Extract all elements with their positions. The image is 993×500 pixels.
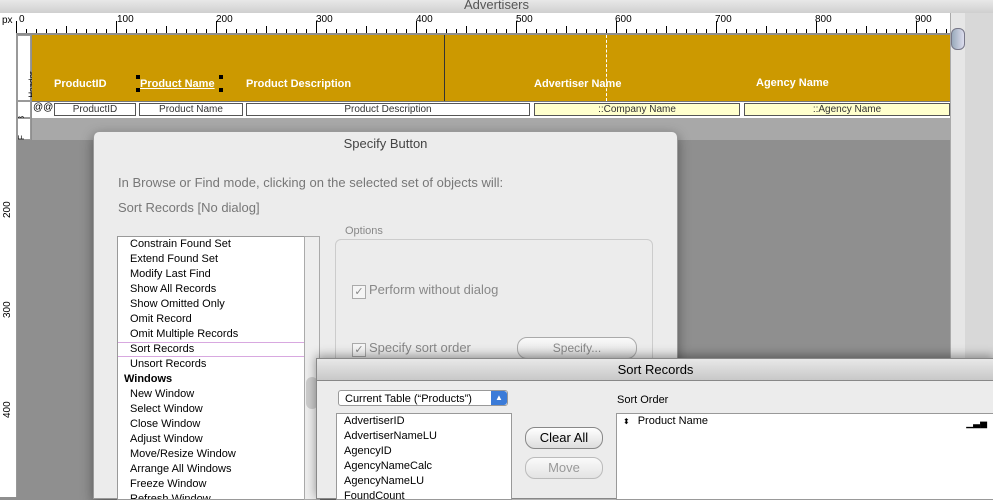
window-title-bar: Advertisers	[0, 0, 993, 13]
list-item[interactable]: Omit Record	[118, 312, 304, 327]
field-agency-name[interactable]: ::Agency Name	[744, 103, 950, 116]
list-item[interactable]: Adjust Window	[118, 432, 304, 447]
clear-all-button[interactable]: Clear All	[525, 427, 603, 449]
ruler-unit: px	[2, 15, 13, 26]
sort-order-list[interactable]: ⬍ Product Name ▁▃▅	[616, 413, 993, 500]
list-item[interactable]: Omit Multiple Records	[118, 327, 304, 342]
header-part-tab[interactable]: Header	[17, 35, 37, 101]
ruler-tick-marks	[16, 21, 947, 33]
header-part: ProductID Product Name Product Descripti…	[32, 35, 950, 135]
list-item[interactable]: Arrange All Windows	[118, 462, 304, 477]
page-break-line	[606, 35, 607, 101]
list-item[interactable]: Unsort Records	[118, 357, 304, 372]
chevron-updown-icon[interactable]: ▲	[491, 391, 507, 405]
list-item[interactable]: Select Window	[118, 402, 304, 417]
script-step-list[interactable]: Constrain Found Set Extend Found Set Modif…	[117, 236, 305, 500]
part-label: F	[16, 135, 26, 140]
window-title: Advertisers	[463, 0, 530, 12]
current-action: Sort Records [No dialog]	[118, 200, 260, 215]
sort-order-item[interactable]: ⬍ Product Name	[623, 415, 708, 427]
selection-handle[interactable]	[136, 75, 140, 79]
dialog-title: Sort Records	[617, 362, 694, 377]
field-list-item[interactable]: AdvertiserNameLU	[337, 429, 511, 444]
header-label-advertiser-name[interactable]: Advertiser Name	[534, 78, 621, 90]
list-item[interactable]: Close Window	[118, 417, 304, 432]
checkbox-checked-icon[interactable]: ✓	[352, 343, 366, 357]
ruler-tick: 400	[2, 401, 13, 418]
perform-without-dialog-label: Perform without dialog	[369, 282, 499, 297]
drag-handle-icon[interactable]: ⬍	[623, 417, 630, 426]
field-list-item[interactable]: AdvertiserID	[337, 414, 511, 429]
body-part-tab[interactable]: B	[17, 101, 31, 121]
dialog-description: In Browse or Find mode, clicking on the …	[118, 175, 504, 190]
move-button[interactable]: Move	[525, 457, 603, 479]
header-label-productid[interactable]: ProductID	[54, 78, 107, 90]
ascending-order-icon: ▁▃▅	[966, 418, 987, 428]
perform-without-dialog-option[interactable]: ✓ Perform without dialog	[352, 282, 498, 299]
header-label-agency-name[interactable]: Agency Name	[756, 77, 829, 89]
field-product-name[interactable]: Product Name	[139, 103, 243, 116]
field-product-description[interactable]: Product Description	[246, 103, 530, 116]
specify-sort-order-label: Specify sort order	[369, 340, 471, 355]
specify-sort-order-option[interactable]: ✓ Specify sort order	[352, 340, 471, 357]
sort-order-item-label: Product Name	[637, 415, 709, 427]
list-item[interactable]: New Window	[118, 387, 304, 402]
list-item[interactable]: Constrain Found Set	[118, 237, 304, 252]
field-company-name[interactable]: ::Company Name	[534, 103, 740, 116]
ruler-tick: 300	[2, 301, 13, 318]
specify-button[interactable]: Specify...	[517, 337, 637, 359]
field-list[interactable]: AdvertiserID AdvertiserNameLU AgencyID Agen…	[336, 413, 512, 500]
field-list-item[interactable]: FoundCount	[337, 489, 511, 499]
selection-handle[interactable]	[136, 88, 140, 92]
list-item[interactable]: Show All Records	[118, 282, 304, 297]
sort-order-label: Sort Order	[617, 394, 669, 406]
field-list-item[interactable]: AgencyID	[337, 444, 511, 459]
list-item[interactable]: Move/Resize Window	[118, 447, 304, 462]
header-label-product-name[interactable]: Product Name	[140, 78, 215, 90]
options-label: Options	[345, 225, 383, 237]
field-productid[interactable]: ProductID	[54, 103, 136, 116]
top-ruler: px 0 100 200 300 400 500 600 700 800 900	[0, 13, 993, 34]
dialog-title: Specify Button	[343, 136, 428, 151]
list-item[interactable]: Modify Last Find	[118, 267, 304, 282]
checkbox-checked-icon[interactable]: ✓	[352, 285, 366, 299]
list-item[interactable]: Show Omitted Only	[118, 297, 304, 312]
table-select-value: Current Table (“Products”)	[345, 393, 472, 405]
list-item[interactable]: Freeze Window	[118, 477, 304, 492]
field-list-item[interactable]: AgencyNameLU	[337, 474, 511, 489]
selection-handle[interactable]	[219, 88, 223, 92]
sort-dialog-title-bar: Sort Records	[317, 359, 993, 381]
list-item[interactable]: Extend Found Set	[118, 252, 304, 267]
list-item[interactable]: Sort Records	[118, 342, 304, 357]
list-group-header: Windows	[124, 373, 173, 385]
header-label-product-description[interactable]: Product Description	[246, 78, 351, 90]
selection-handle[interactable]	[219, 75, 223, 79]
body-prefix: @@	[33, 102, 54, 113]
left-ruler: 200 300 400	[0, 33, 17, 497]
footer-part-tab[interactable]: F	[17, 118, 31, 140]
list-item[interactable]: Refresh Window	[118, 492, 304, 499]
sort-records-dialog: Sort Records Current Table (“Products”) …	[316, 358, 993, 500]
field-list-item[interactable]: AgencyNameCalc	[337, 459, 511, 474]
scrollbar-thumb[interactable]	[951, 28, 965, 50]
ruler-tick: 200	[2, 201, 13, 218]
table-select[interactable]: Current Table (“Products”) ▲	[338, 390, 508, 406]
